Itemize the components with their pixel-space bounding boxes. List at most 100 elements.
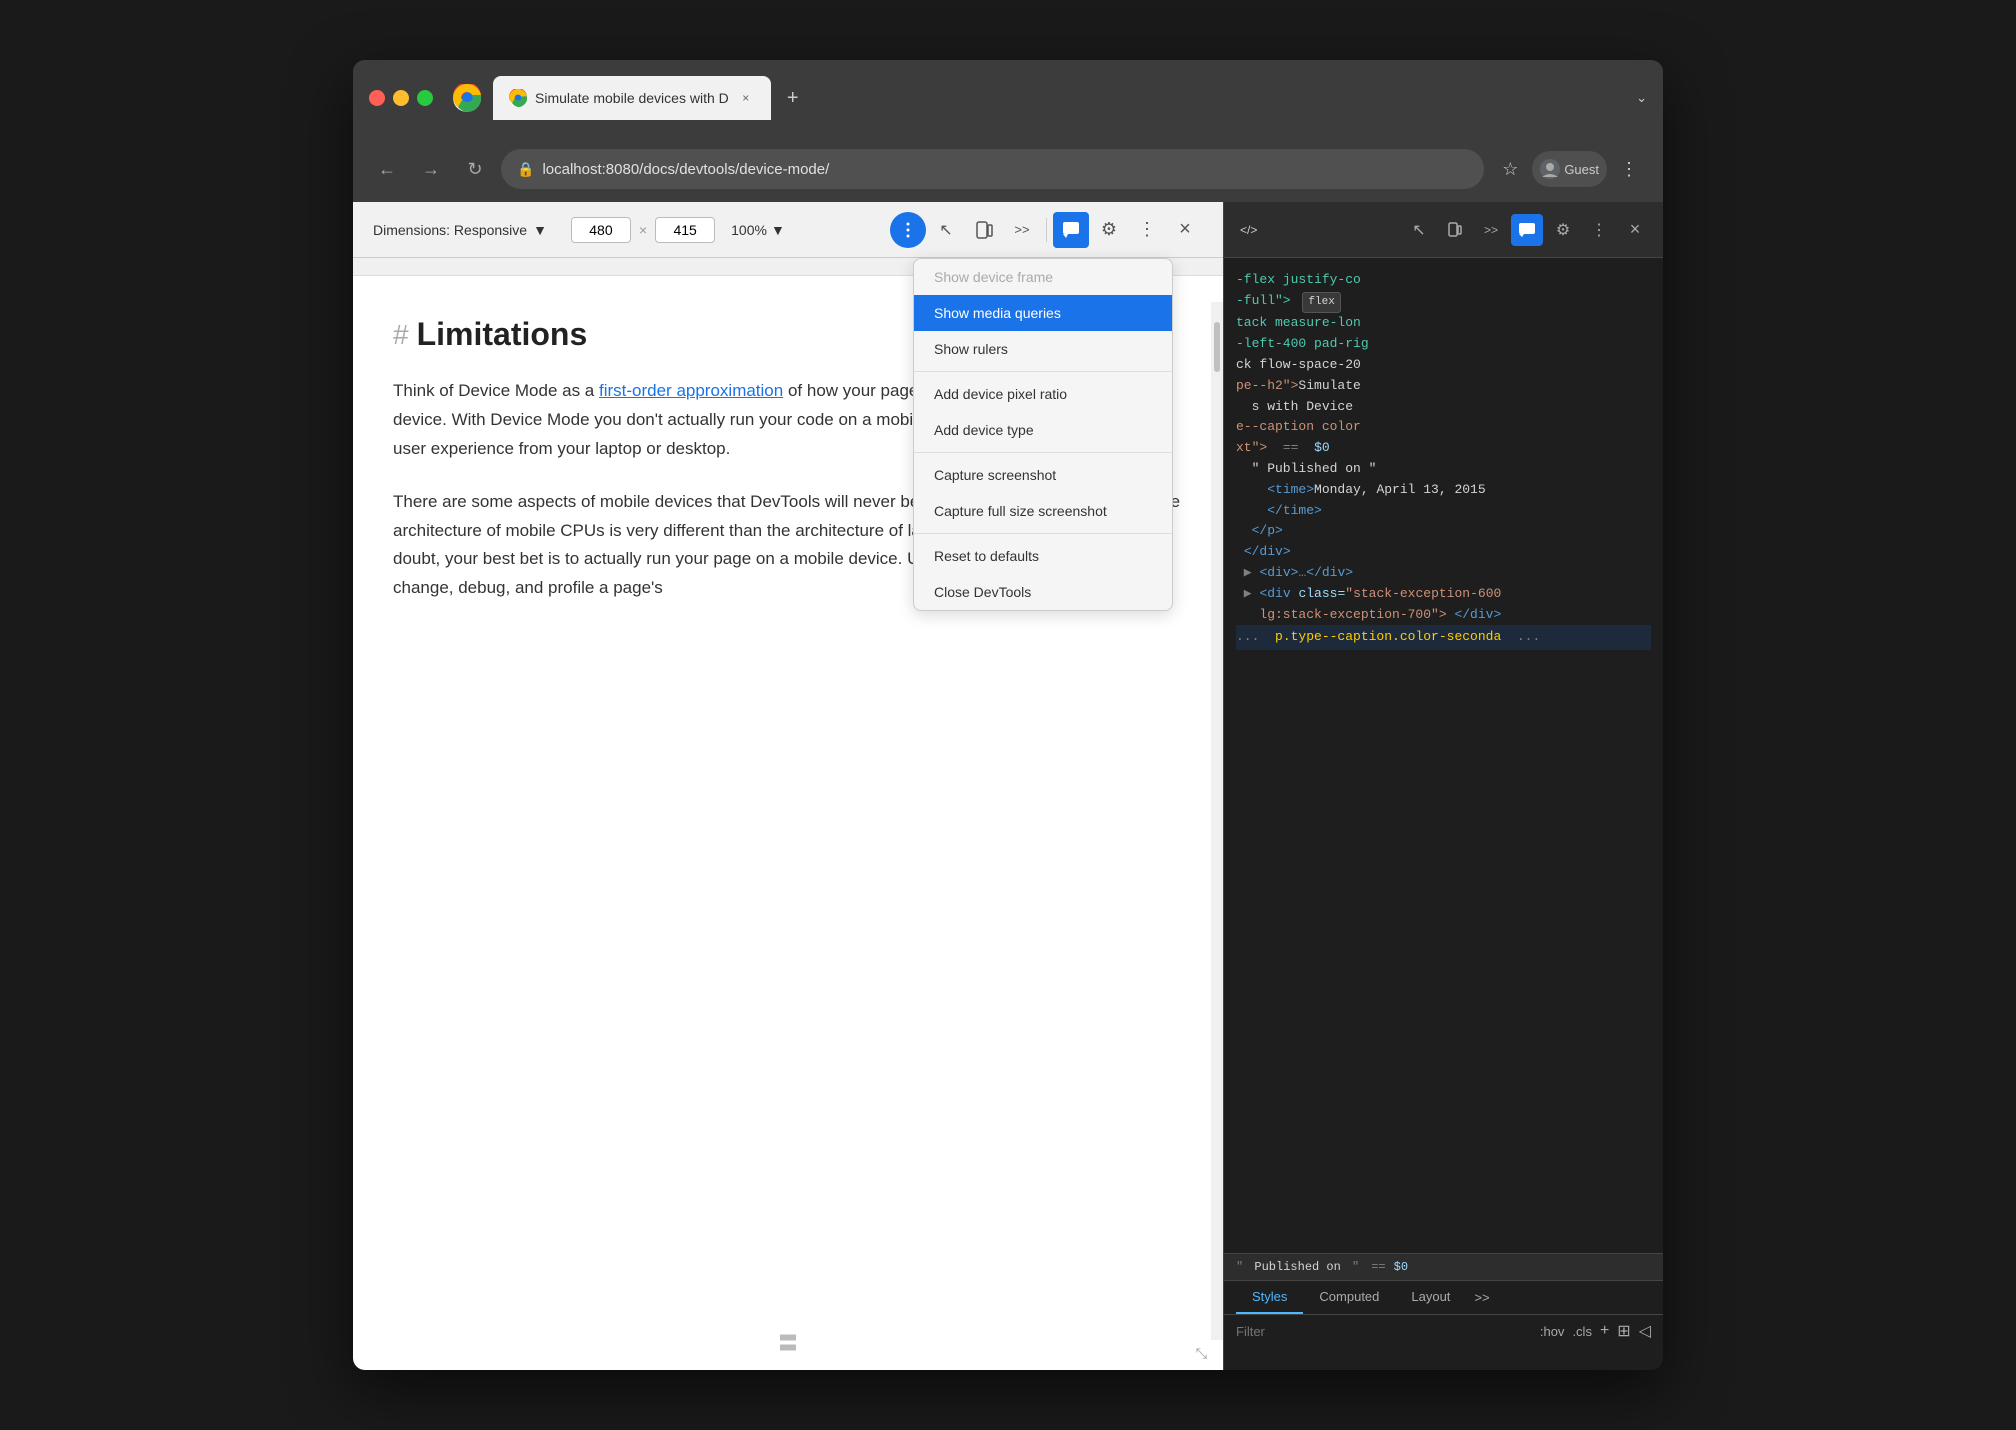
menu-item-add-device-pixel-ratio[interactable]: Add device pixel ratio bbox=[914, 376, 1172, 412]
hov-button[interactable]: :hov bbox=[1540, 1324, 1565, 1339]
page-heading-text: Limitations bbox=[417, 316, 588, 353]
zoom-selector[interactable]: 100% ▼ bbox=[731, 222, 785, 238]
tab-layout[interactable]: Layout bbox=[1395, 1281, 1466, 1314]
feedback-icon-button[interactable] bbox=[1511, 214, 1543, 246]
code-line: -full"> flex bbox=[1236, 291, 1651, 314]
menu-separator-2 bbox=[914, 452, 1172, 453]
cursor-tool-button[interactable]: ↖ bbox=[928, 212, 964, 248]
tab-computed[interactable]: Computed bbox=[1303, 1281, 1395, 1314]
close-button[interactable] bbox=[369, 90, 385, 106]
bookmark-icon[interactable]: ☆ bbox=[1492, 151, 1528, 187]
menu-item-show-media-queries[interactable]: Show media queries bbox=[914, 295, 1172, 331]
nav-right-controls: ☆ Guest ⋮ bbox=[1492, 151, 1647, 187]
first-order-approximation-link[interactable]: first-order approximation bbox=[599, 381, 783, 400]
zoom-label: 100% bbox=[731, 222, 767, 238]
device-toggle-button[interactable] bbox=[966, 212, 1002, 248]
code-line: xt"> == $0 bbox=[1236, 438, 1651, 459]
selected-element-line[interactable]: ... p.type--caption.color-seconda ... bbox=[1236, 625, 1651, 650]
new-tab-button[interactable]: + bbox=[775, 80, 811, 116]
feedback-button[interactable] bbox=[1053, 212, 1089, 248]
lock-icon: 🔒 bbox=[517, 161, 534, 178]
tab-bar: Simulate mobile devices with D × + ⌄ bbox=[493, 76, 1647, 120]
tab-overflow-button[interactable]: ⌄ bbox=[1636, 90, 1647, 106]
code-line: ▶ <div>…</div> bbox=[1236, 563, 1651, 584]
style-tool-1[interactable]: ⊞ bbox=[1617, 1321, 1630, 1341]
width-input[interactable] bbox=[571, 217, 631, 243]
menu-label-add-device-type: Add device type bbox=[934, 422, 1034, 438]
style-tool-2[interactable]: ◁ bbox=[1639, 1321, 1651, 1341]
menu-label-capture-full-size-screenshot: Capture full size screenshot bbox=[934, 503, 1107, 519]
menu-separator-1 bbox=[914, 371, 1172, 372]
tab-styles[interactable]: Styles bbox=[1236, 1281, 1303, 1314]
address-bar[interactable]: 🔒 localhost:8080/docs/devtools/device-mo… bbox=[501, 149, 1484, 189]
filter-bar: :hov .cls + ⊞ ◁ bbox=[1224, 1315, 1663, 1347]
menu-label-close-devtools: Close DevTools bbox=[934, 584, 1031, 600]
device-mode-button[interactable] bbox=[1439, 214, 1471, 246]
chat-icon bbox=[1062, 221, 1080, 239]
main-area: Dimensions: Responsive ▼ × 100% ▼ bbox=[353, 202, 1663, 1370]
toolbar-right: ↖ >> bbox=[890, 212, 1203, 248]
active-tab[interactable]: Simulate mobile devices with D × bbox=[493, 76, 771, 120]
menu-label-capture-screenshot: Capture screenshot bbox=[934, 467, 1056, 483]
selected-element-indicator: " Published on " == $0 bbox=[1224, 1253, 1663, 1280]
dimensions-label: Dimensions: Responsive bbox=[373, 222, 527, 238]
maximize-button[interactable] bbox=[417, 90, 433, 106]
styles-tabs: Styles Computed Layout >> bbox=[1224, 1281, 1663, 1315]
devtools-close-button[interactable]: × bbox=[1619, 214, 1651, 246]
browser-viewport: Dimensions: Responsive ▼ × 100% ▼ bbox=[353, 202, 1223, 1370]
more-options-button[interactable]: ⋮ bbox=[1611, 151, 1647, 187]
scrollbar-thumb[interactable] bbox=[1214, 322, 1220, 372]
inspect-element-button[interactable]: ↖ bbox=[1403, 214, 1435, 246]
minimize-button[interactable] bbox=[393, 90, 409, 106]
account-button[interactable]: Guest bbox=[1532, 151, 1607, 187]
cls-button[interactable]: .cls bbox=[1572, 1324, 1592, 1339]
tab-close-button[interactable]: × bbox=[737, 89, 755, 107]
devtools-more-options-button[interactable]: ⋮ bbox=[1583, 214, 1615, 246]
devtools-header-icons: ↖ >> ⚙ ⋮ bbox=[1403, 214, 1651, 246]
bottom-scrollbar-handle: 〓 bbox=[778, 1327, 798, 1356]
code-line: ▶ <div class="stack-exception-600 bbox=[1236, 584, 1651, 605]
overflow-tools-button[interactable]: >> bbox=[1004, 212, 1040, 248]
height-input[interactable] bbox=[655, 217, 715, 243]
forward-button[interactable]: → bbox=[413, 151, 449, 187]
code-line: lg:stack-exception-700"> </div> bbox=[1236, 605, 1651, 626]
settings-button[interactable]: ⚙ bbox=[1091, 212, 1127, 248]
context-menu: Show device frame Show media queries Sho… bbox=[913, 258, 1173, 611]
add-style-button[interactable]: + bbox=[1600, 1322, 1609, 1340]
dimensions-selector[interactable]: Dimensions: Responsive ▼ bbox=[373, 222, 547, 238]
menu-item-show-device-frame[interactable]: Show device frame bbox=[914, 259, 1172, 295]
vertical-scrollbar[interactable] bbox=[1211, 302, 1223, 1340]
menu-label-reset-to-defaults: Reset to defaults bbox=[934, 548, 1039, 564]
menu-item-add-device-type[interactable]: Add device type bbox=[914, 412, 1172, 448]
hash-symbol: # bbox=[393, 319, 409, 351]
menu-label-show-device-frame: Show device frame bbox=[934, 269, 1053, 285]
phone-icon bbox=[1447, 222, 1463, 238]
more-options-menu-button[interactable] bbox=[890, 212, 926, 248]
nav-bar: ← → ↻ 🔒 localhost:8080/docs/devtools/dev… bbox=[353, 136, 1663, 202]
devtools-settings-button[interactable]: ⚙ bbox=[1547, 214, 1579, 246]
traffic-lights bbox=[369, 90, 433, 106]
menu-item-reset-to-defaults[interactable]: Reset to defaults bbox=[914, 538, 1172, 574]
tabs-overflow-button[interactable]: >> bbox=[1470, 1282, 1493, 1313]
code-line: </p> bbox=[1236, 521, 1651, 542]
menu-item-capture-full-size-screenshot[interactable]: Capture full size screenshot bbox=[914, 493, 1172, 529]
reload-button[interactable]: ↻ bbox=[457, 151, 493, 187]
devtools-more-button[interactable]: ⋮ bbox=[1129, 212, 1165, 248]
menu-item-capture-screenshot[interactable]: Capture screenshot bbox=[914, 457, 1172, 493]
html-code-viewer: -flex justify-co -full"> flex tack measu… bbox=[1224, 258, 1663, 1253]
devtools-panel: </> ↖ >> bbox=[1223, 202, 1663, 1370]
styles-filter-input[interactable] bbox=[1236, 1324, 1532, 1339]
styles-panel: Styles Computed Layout >> :hov .cls + ⊞ … bbox=[1224, 1280, 1663, 1370]
dimensions-arrow: ▼ bbox=[533, 222, 547, 238]
close-devtools-button[interactable]: × bbox=[1167, 212, 1203, 248]
menu-item-show-rulers[interactable]: Show rulers bbox=[914, 331, 1172, 367]
chrome-favicon bbox=[453, 84, 481, 112]
menu-item-close-devtools[interactable]: Close DevTools bbox=[914, 574, 1172, 610]
back-button[interactable]: ← bbox=[369, 151, 405, 187]
tab-title: Simulate mobile devices with D bbox=[535, 90, 729, 106]
elements-tab[interactable]: </> bbox=[1236, 219, 1261, 241]
three-dots-icon bbox=[900, 222, 916, 238]
code-line: e--caption color bbox=[1236, 417, 1651, 438]
more-tabs-button[interactable]: >> bbox=[1475, 214, 1507, 246]
code-line: </time> bbox=[1236, 501, 1651, 522]
